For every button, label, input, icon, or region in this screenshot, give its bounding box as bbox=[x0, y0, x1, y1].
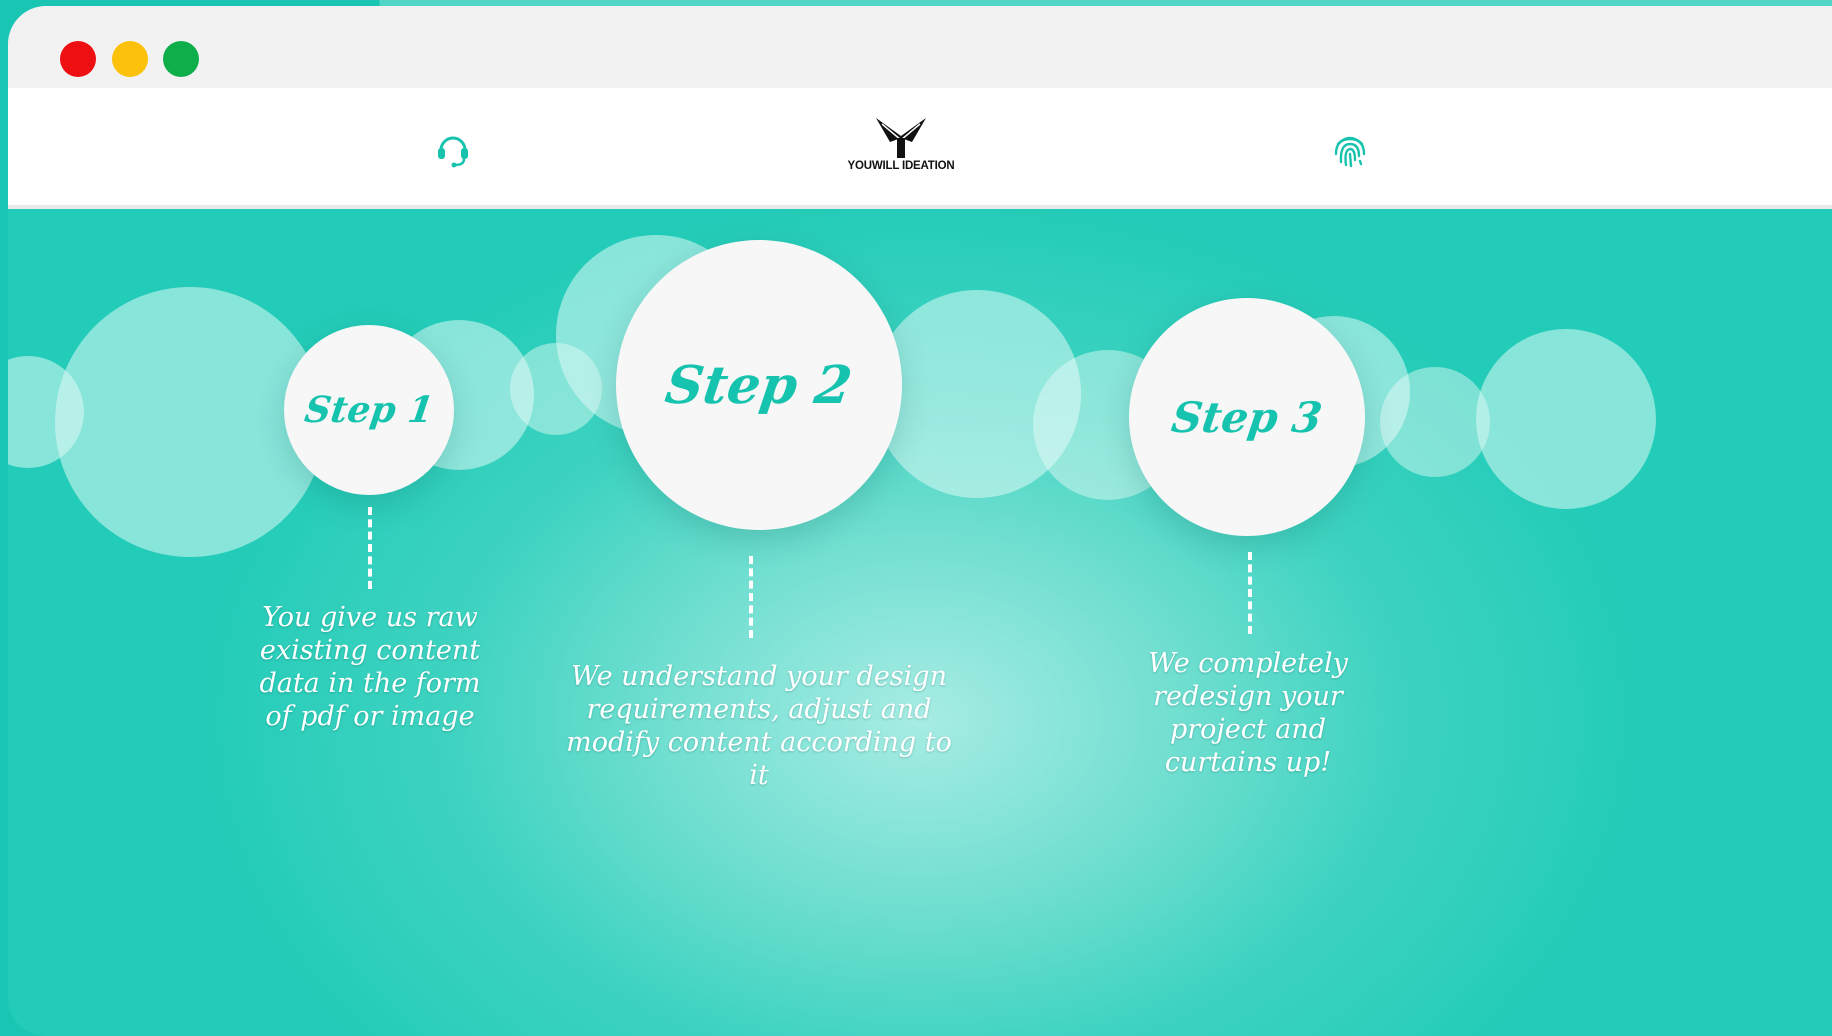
logo-text: YOUWILL IDEATION bbox=[847, 160, 955, 172]
step-2-circle[interactable]: Step 2 bbox=[616, 240, 902, 530]
decor-bubble bbox=[1380, 367, 1490, 477]
site-navbar: YOUWILL IDEATION bbox=[8, 88, 1832, 209]
step-3-circle[interactable]: Step 3 bbox=[1129, 298, 1365, 536]
step-3-label: Step 3 bbox=[1168, 392, 1326, 442]
decor-bubble bbox=[1476, 329, 1656, 509]
logo-mark-icon bbox=[876, 118, 926, 158]
steps-section: Step 1 You give us raw existing content … bbox=[8, 209, 1832, 1036]
maximize-button[interactable] bbox=[163, 41, 199, 77]
headset-icon[interactable] bbox=[433, 130, 473, 170]
window-titlebar bbox=[8, 6, 1832, 88]
step-2-connector bbox=[749, 556, 753, 638]
browser-window: YOUWILL IDEATION Step 1 You give us raw … bbox=[8, 6, 1832, 1036]
step-2-label: Step 2 bbox=[662, 354, 856, 416]
step-1-description: You give us raw existing content data in… bbox=[259, 602, 481, 732]
step-1-label: Step 1 bbox=[301, 389, 437, 431]
close-button[interactable] bbox=[60, 41, 96, 77]
brand-logo[interactable]: YOUWILL IDEATION bbox=[826, 112, 976, 182]
step-3-connector bbox=[1248, 552, 1252, 634]
minimize-button[interactable] bbox=[112, 41, 148, 77]
step-1-connector bbox=[368, 507, 372, 589]
fingerprint-icon[interactable] bbox=[1330, 130, 1370, 170]
step-3-description: We completely redesign your project and … bbox=[1148, 648, 1348, 778]
step-1-circle[interactable]: Step 1 bbox=[284, 325, 454, 495]
step-2-description: We understand your design requirements, … bbox=[566, 661, 952, 791]
